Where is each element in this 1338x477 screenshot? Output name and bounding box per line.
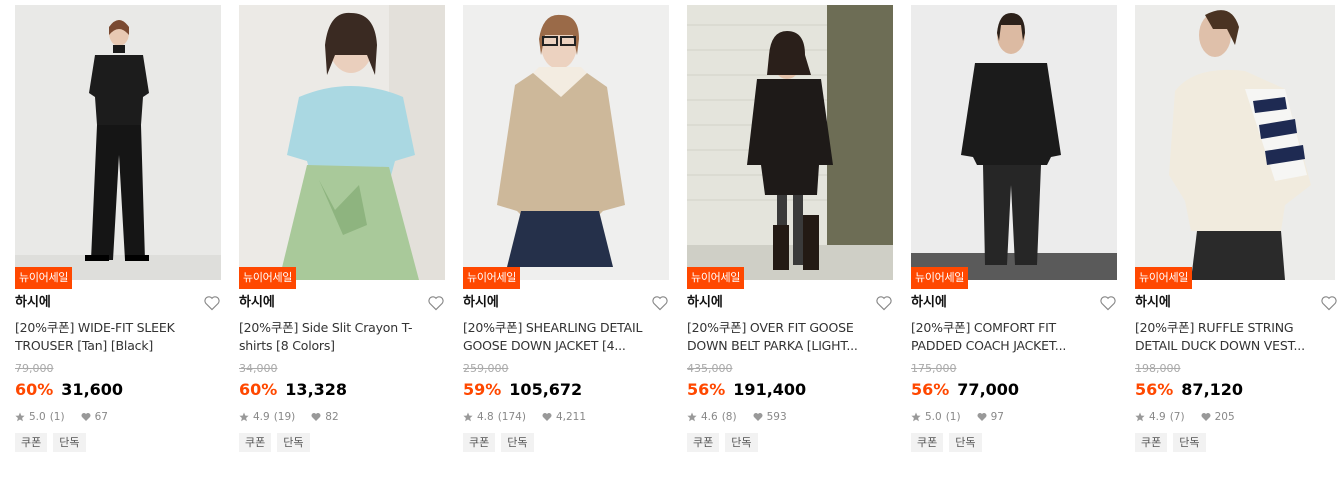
exclusive-tag: 단독 [53, 433, 86, 452]
coupon-tag: 쿠폰 [1135, 433, 1168, 452]
rating-value: 4.8 [477, 411, 494, 423]
exclusive-tag: 단독 [277, 433, 310, 452]
heart-outline-icon[interactable] [203, 295, 221, 311]
star-icon [15, 412, 25, 422]
heart-filled-icon [1201, 413, 1211, 421]
sale-price: 77,000 [957, 380, 1020, 399]
product-image[interactable] [911, 5, 1117, 280]
product-image[interactable] [239, 5, 445, 280]
heart-outline-icon[interactable] [427, 295, 445, 311]
like-count: 593 [766, 411, 787, 423]
coupon-tag: 쿠폰 [687, 433, 720, 452]
product-grid: 뉴이어세일 하시에 [20%쿠폰] WIDE-FIT SLEEK TROUSER… [15, 5, 1338, 477]
discount-rate: 56% [911, 380, 950, 399]
discount-rate: 59% [463, 380, 502, 399]
discount-rate: 60% [239, 380, 278, 399]
sale-price: 191,400 [733, 380, 807, 399]
like-count: 97 [990, 411, 1004, 423]
product-name[interactable]: [20%쿠폰] COMFORT FIT PADDED COACH JACKET.… [911, 319, 1101, 355]
product-card[interactable]: 뉴이어세일 하시에 [20%쿠폰] RUFFLE STRING DETAIL D… [1135, 5, 1338, 465]
coupon-tag: 쿠폰 [239, 433, 272, 452]
star-icon [687, 412, 697, 422]
heart-filled-icon [753, 413, 763, 421]
brand-name[interactable]: 하시에 [1135, 293, 1171, 313]
exclusive-tag: 단독 [725, 433, 758, 452]
product-image[interactable] [15, 5, 221, 280]
original-price: 198,000 [1135, 362, 1181, 375]
sale-price: 31,600 [61, 380, 124, 399]
sale-price: 105,672 [509, 380, 583, 399]
coupon-tag: 쿠폰 [463, 433, 496, 452]
rating-value: 4.9 [1149, 411, 1166, 423]
product-card[interactable]: 뉴이어세일 하시에 [20%쿠폰] SHEARLING DETAIL GOOSE… [463, 5, 669, 465]
sale-badge: 뉴이어세일 [911, 267, 969, 289]
sale-badge: 뉴이어세일 [463, 267, 521, 289]
discount-rate: 60% [15, 380, 54, 399]
heart-outline-icon[interactable] [875, 295, 893, 311]
review-count: (7) [1169, 411, 1185, 423]
original-price: 79,000 [15, 362, 54, 375]
heart-filled-icon [542, 413, 552, 421]
brand-name[interactable]: 하시에 [463, 293, 499, 313]
sale-badge: 뉴이어세일 [239, 267, 297, 289]
heart-outline-icon[interactable] [1099, 295, 1117, 311]
rating-value: 5.0 [925, 411, 942, 423]
brand-name[interactable]: 하시에 [911, 293, 947, 313]
product-name[interactable]: [20%쿠폰] RUFFLE STRING DETAIL DUCK DOWN V… [1135, 319, 1325, 355]
heart-filled-icon [81, 413, 91, 421]
exclusive-tag: 단독 [949, 433, 982, 452]
product-image[interactable] [1135, 5, 1335, 280]
brand-name[interactable]: 하시에 [687, 293, 723, 313]
product-card[interactable]: 뉴이어세일 하시에 [20%쿠폰] Side Slit Crayon T-shi… [239, 5, 445, 465]
heart-outline-icon[interactable] [651, 295, 669, 311]
sale-price: 87,120 [1181, 380, 1244, 399]
coupon-tag: 쿠폰 [15, 433, 48, 452]
heart-filled-icon [977, 413, 987, 421]
star-icon [1135, 412, 1145, 422]
sale-badge: 뉴이어세일 [687, 267, 745, 289]
star-icon [239, 412, 249, 422]
like-count: 67 [94, 411, 108, 423]
product-card[interactable]: 뉴이어세일 하시에 [20%쿠폰] OVER FIT GOOSE DOWN BE… [687, 5, 893, 465]
review-count: (19) [273, 411, 296, 423]
product-card[interactable]: 뉴이어세일 하시에 [20%쿠폰] WIDE-FIT SLEEK TROUSER… [15, 5, 221, 465]
original-price: 34,000 [239, 362, 278, 375]
review-count: (8) [721, 411, 737, 423]
product-image[interactable] [463, 5, 669, 280]
sale-badge: 뉴이어세일 [1135, 267, 1193, 289]
heart-outline-icon[interactable] [1320, 295, 1338, 311]
brand-name[interactable]: 하시에 [239, 293, 275, 313]
review-count: (1) [49, 411, 65, 423]
original-price: 175,000 [911, 362, 957, 375]
exclusive-tag: 단독 [501, 433, 534, 452]
product-name[interactable]: [20%쿠폰] WIDE-FIT SLEEK TROUSER [Tan] [Bl… [15, 319, 205, 355]
star-icon [911, 412, 921, 422]
original-price: 259,000 [463, 362, 509, 375]
product-name[interactable]: [20%쿠폰] OVER FIT GOOSE DOWN BELT PARKA [… [687, 319, 877, 355]
rating-value: 5.0 [29, 411, 46, 423]
brand-name[interactable]: 하시에 [15, 293, 51, 313]
rating-value: 4.9 [253, 411, 270, 423]
coupon-tag: 쿠폰 [911, 433, 944, 452]
sale-price: 13,328 [285, 380, 348, 399]
star-icon [463, 412, 473, 422]
like-count: 4,211 [555, 411, 586, 423]
sale-badge: 뉴이어세일 [15, 267, 73, 289]
heart-filled-icon [311, 413, 321, 421]
review-count: (1) [945, 411, 961, 423]
review-count: (174) [497, 411, 526, 423]
discount-rate: 56% [1135, 380, 1174, 399]
product-card[interactable]: 뉴이어세일 하시에 [20%쿠폰] COMFORT FIT PADDED COA… [911, 5, 1117, 465]
rating-value: 4.6 [701, 411, 718, 423]
product-name[interactable]: [20%쿠폰] SHEARLING DETAIL GOOSE DOWN JACK… [463, 319, 653, 355]
like-count: 82 [325, 411, 339, 423]
product-image[interactable] [687, 5, 893, 280]
like-count: 205 [1214, 411, 1235, 423]
discount-rate: 56% [687, 380, 726, 399]
original-price: 435,000 [687, 362, 733, 375]
exclusive-tag: 단독 [1173, 433, 1206, 452]
product-name[interactable]: [20%쿠폰] Side Slit Crayon T-shirts [8 Col… [239, 319, 429, 355]
